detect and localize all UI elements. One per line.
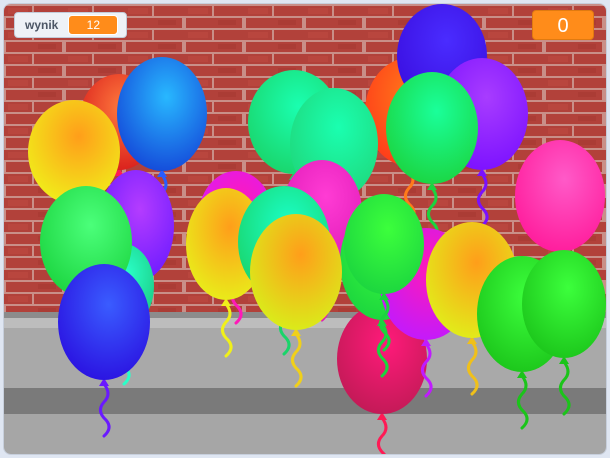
score-display: 0 [532, 10, 594, 40]
variable-name: wynik [25, 18, 59, 32]
balloon-body[interactable] [117, 57, 207, 171]
variable-monitor-wynik: wynik 12 [14, 12, 128, 38]
balloon-body[interactable] [386, 72, 478, 184]
game-stage[interactable]: wynik 12 0 [3, 3, 607, 455]
game-scene [4, 4, 606, 454]
variable-value: 12 [68, 15, 119, 35]
curb [4, 388, 606, 414]
balloon-body[interactable] [515, 140, 605, 252]
road [4, 414, 606, 454]
balloon-body[interactable] [58, 264, 150, 380]
balloon-body[interactable] [344, 194, 424, 294]
balloon-body[interactable] [250, 214, 342, 330]
balloon-body[interactable] [522, 250, 606, 358]
